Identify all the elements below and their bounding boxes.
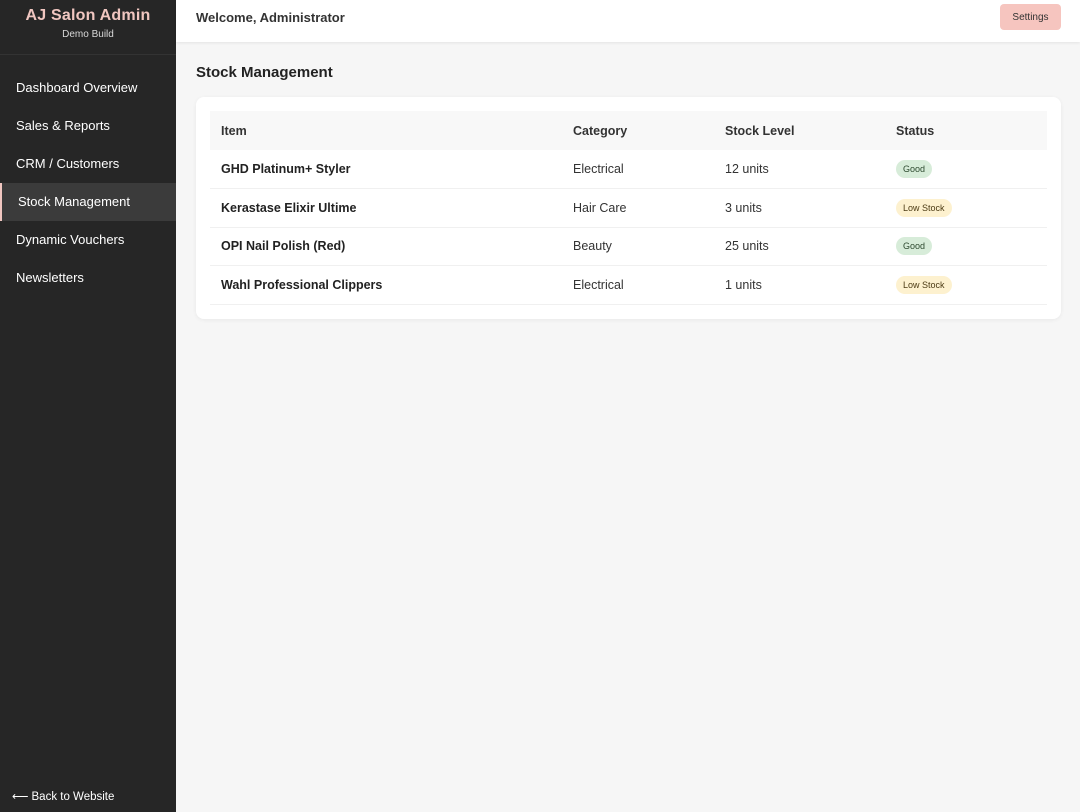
item-status: Low Stock xyxy=(885,266,1047,305)
brand-subtitle: Demo Build xyxy=(62,29,114,40)
sidebar-item-newsletters[interactable]: Newsletters xyxy=(0,259,176,297)
item-name: Kerastase Elixir Ultime xyxy=(221,200,357,215)
item-category: Beauty xyxy=(573,239,612,254)
item-stock-level: 12 units xyxy=(725,162,769,176)
page-title: Stock Management xyxy=(196,64,333,81)
item-stock-level: 1 units xyxy=(725,277,762,292)
status-badge: Good xyxy=(896,237,933,256)
back-to-website-link[interactable]: ⟵ Back to Website xyxy=(12,789,114,803)
item-name: GHD Platinum+ Styler xyxy=(221,162,351,176)
top-bar: Welcome, Administrator Settings xyxy=(176,0,1080,42)
item-stock-level: 25 units xyxy=(725,239,769,254)
table-header-row: Item Category Stock Level Status xyxy=(210,111,1047,150)
stock-card: Item Category Stock Level Status GHD Pla… xyxy=(196,97,1061,319)
settings-button[interactable]: Settings xyxy=(1000,4,1061,30)
column-header-stock-level: Stock Level xyxy=(725,123,795,138)
table-row: Wahl Professional Clippers Electrical 1 … xyxy=(210,266,1047,305)
table-row: GHD Platinum+ Styler Electrical 12 units… xyxy=(210,150,1047,189)
column-header-item: Item xyxy=(221,123,247,138)
back-link-label: Back to Website xyxy=(31,791,115,803)
sidebar: AJ Salon Admin Demo Build Dashboard Over… xyxy=(0,0,176,812)
sidebar-item-dynamic-vouchers[interactable]: Dynamic Vouchers xyxy=(0,221,176,259)
welcome-text: Welcome, Administrator xyxy=(196,10,345,25)
item-category: Hair Care xyxy=(573,200,627,215)
item-status: Low Stock xyxy=(885,189,1047,228)
item-stock-level: 3 units xyxy=(725,200,762,215)
status-badge: Low Stock xyxy=(896,275,952,294)
brand-title: AJ Salon Admin xyxy=(25,7,151,24)
column-header-status: Status xyxy=(896,123,935,138)
item-name: OPI Nail Polish (Red) xyxy=(221,239,346,254)
table-row: Kerastase Elixir Ultime Hair Care 3 unit… xyxy=(210,189,1047,228)
status-badge: Good xyxy=(896,160,933,178)
sidebar-nav: Dashboard Overview Sales & Reports CRM /… xyxy=(0,69,176,297)
sidebar-item-dashboard-overview[interactable]: Dashboard Overview xyxy=(0,69,176,107)
sidebar-item-stock-management[interactable]: Stock Management xyxy=(0,183,176,221)
item-name: Wahl Professional Clippers xyxy=(221,277,383,292)
item-status: Good xyxy=(885,150,1047,189)
status-badge: Low Stock xyxy=(896,198,952,217)
brand: AJ Salon Admin Demo Build xyxy=(0,0,176,55)
table-row: OPI Nail Polish (Red) Beauty 25 units Go… xyxy=(210,227,1047,266)
item-category: Electrical xyxy=(573,162,624,176)
column-header-category: Category xyxy=(573,123,628,138)
item-category: Electrical xyxy=(573,277,624,292)
stock-table: Item Category Stock Level Status GHD Pla… xyxy=(210,111,1047,305)
sidebar-item-crm-customers[interactable]: CRM / Customers xyxy=(0,145,176,183)
sidebar-item-sales-reports[interactable]: Sales & Reports xyxy=(0,107,176,145)
item-status: Good xyxy=(885,227,1047,266)
arrow-left-icon: ⟵ xyxy=(12,791,29,803)
